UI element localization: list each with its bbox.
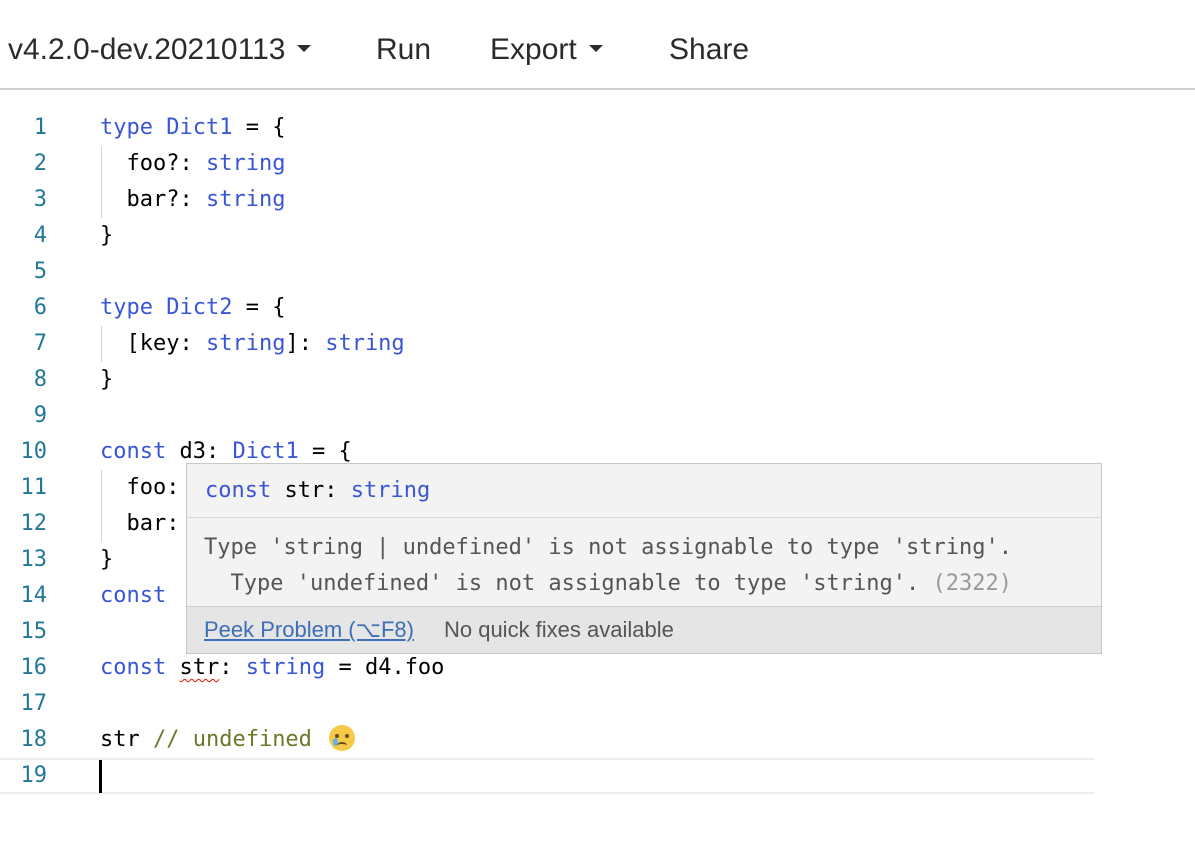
code-line-3: bar?: string [100,182,1195,218]
code-text: = { [232,115,286,140]
line-number: 3 [33,187,47,212]
keyword: const [100,439,167,464]
type-name: Dict2 [152,295,233,320]
code-line-7: [key: string]: string [100,326,1195,362]
line-number: 6 [33,295,47,320]
line-number: 16 [20,655,48,680]
error-message-line-2: Type 'undefined' is not assignable to ty… [204,566,1083,602]
share-button[interactable]: Share [669,28,749,72]
code-line-8: } [100,362,1195,398]
code-text: bar: [100,511,180,536]
code-line-6: type Dict2 = { [100,290,1195,326]
error-message: Type 'string | undefined' is not assigna… [187,518,1101,607]
line-number: 4 [33,223,47,248]
line-number: 9 [33,403,47,428]
line-number: 2 [33,151,47,176]
version-label: v4.2.0-dev.20210113 [8,33,286,66]
code-line-1: type Dict1 = { [100,110,1195,146]
code-text: } [100,547,114,572]
type-keyword: string [350,478,431,503]
error-code: (2322) [932,571,1012,596]
code-text: = d4.foo [325,655,445,680]
code-text: = { [298,439,352,464]
code-line-2: foo?: string [100,146,1195,182]
crying-face-icon [329,725,356,751]
line-number: 11 [20,475,48,500]
code-text: } [100,223,114,248]
code-text: : [219,655,246,680]
run-button[interactable]: Run [376,28,431,72]
keyword: const [100,583,167,608]
type-name: Dict1 [232,439,299,464]
code-text: foo: [100,475,180,500]
hover-tooltip: const str: string Type 'string | undefin… [186,463,1102,654]
type-keyword: string [245,655,326,680]
hover-status-bar: Peek Problem (⌥F8) No quick fixes availab… [187,607,1101,653]
hover-signature: const str: string [187,464,1101,518]
line-number: 8 [33,367,47,392]
version-dropdown[interactable]: v4.2.0-dev.20210113 [8,28,312,72]
line-number: 10 [20,439,48,464]
line-number: 12 [20,511,48,536]
error-message-text: Type 'undefined' is not assignable to ty… [204,571,933,596]
keyword: type [100,115,153,140]
type-keyword: string [205,151,286,176]
keyword: const [100,655,167,680]
line-number: 15 [20,619,48,644]
code-line-18: str // undefined [100,722,1195,758]
type-name: Dict1 [152,115,233,140]
property: bar?: [100,187,206,212]
keyword: type [100,295,153,320]
chevron-down-icon [588,44,603,52]
code-text: = { [232,295,286,320]
peek-problem-link[interactable]: Peek Problem (⌥F8) [204,617,414,642]
comment: // undefined [152,727,312,752]
code-line-4: } [100,218,1195,254]
code-text: str [100,727,153,752]
code-line-16: const str: string = d4.foo [100,650,1195,686]
no-quick-fixes-label: No quick fixes available [443,617,674,642]
chevron-down-icon [297,44,312,52]
line-number: 5 [33,259,47,284]
code-text: [key: [100,331,206,356]
property: foo?: [100,151,206,176]
line-number: 18 [20,727,48,752]
code-text: ]: [285,331,326,356]
error-message-line: Type 'string | undefined' is not assigna… [204,535,1012,560]
line-number: 14 [20,583,48,608]
text-cursor [99,760,102,793]
line-number: 1 [33,115,47,140]
export-dropdown[interactable]: Export [490,28,603,72]
code-text: str: [271,478,351,503]
type-keyword: string [325,331,405,356]
type-keyword: string [205,331,286,356]
line-number: 7 [33,331,47,356]
line-number: 13 [20,547,48,572]
playground-toolbar: v4.2.0-dev.20210113 Run Export Share [0,0,1195,90]
type-keyword: string [205,187,286,212]
line-number-gutter: 1 2 3 4 5 6 7 8 9 10 11 12 13 14 15 16 1… [0,110,60,794]
code-text: } [100,367,114,392]
export-label: Export [490,33,577,66]
error-squiggle-variable[interactable]: str [179,655,219,680]
code-lines[interactable]: type Dict1 = { foo?: string bar?: string… [100,110,1195,794]
keyword: const [205,478,272,503]
code-text: d3: [166,439,233,464]
line-number: 17 [20,691,48,716]
